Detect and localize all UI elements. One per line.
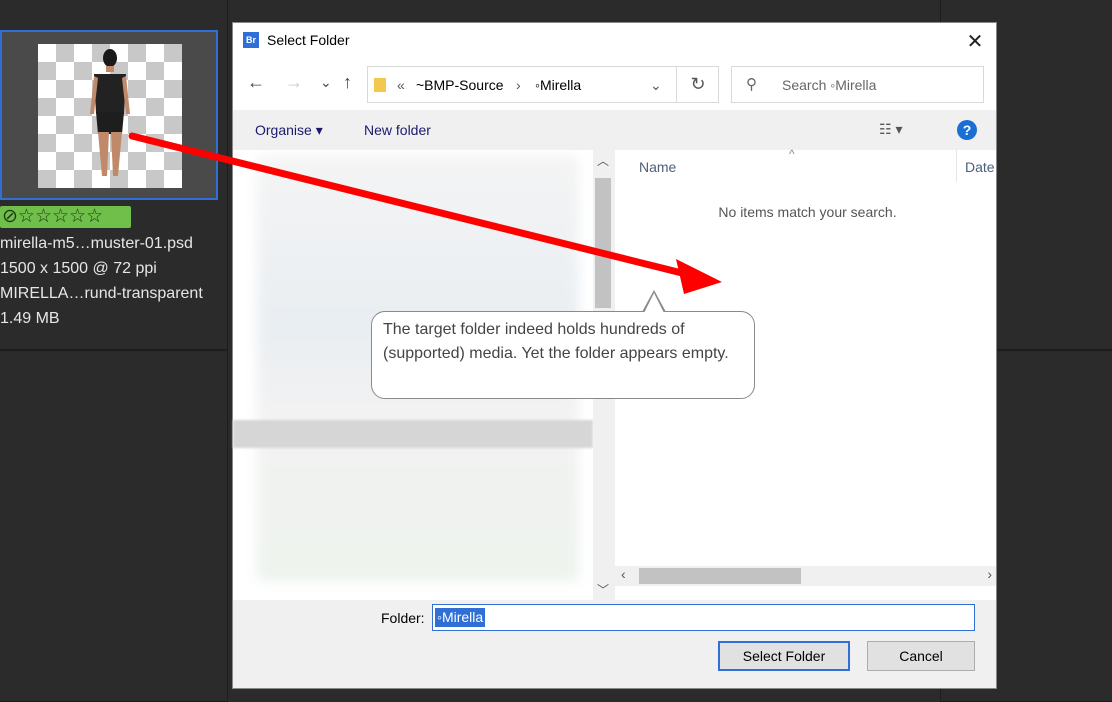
keywords-label: MIRELLA…rund-transparent	[0, 285, 203, 302]
scroll-left-icon[interactable]: ‹	[621, 566, 626, 582]
scroll-up-icon[interactable]: ︿	[597, 152, 609, 169]
sort-caret-icon: ^	[789, 147, 795, 161]
close-icon[interactable]: ✕	[964, 29, 986, 54]
breadcrumb-bmp-source[interactable]: ~BMP-Source	[416, 77, 504, 93]
file-list-hscrollbar[interactable]: ‹ ›	[615, 566, 996, 586]
refresh-icon[interactable]: ↻	[676, 66, 719, 103]
cancel-button[interactable]: Cancel	[867, 641, 975, 671]
blurred-selected-row	[233, 420, 593, 448]
new-folder-button[interactable]: New folder	[364, 122, 431, 138]
view-options-icon[interactable]: ☷ ▾	[879, 121, 902, 138]
search-icon: ⚲	[746, 76, 757, 93]
annotation-callout: The target folder indeed holds hundreds …	[371, 311, 755, 399]
rating-stars[interactable]: ☆☆☆☆☆	[18, 206, 103, 228]
filename-label: mirella-m5…muster-01.psd	[0, 235, 193, 252]
folder-field[interactable]: ◦Mirella	[432, 604, 975, 631]
figure-image	[90, 49, 130, 176]
rating-bar[interactable]: ⊘ ☆☆☆☆☆	[0, 206, 131, 228]
scroll-right-icon[interactable]: ›	[987, 566, 992, 582]
dialog-title: Select Folder	[267, 32, 350, 48]
empty-folder-message: No items match your search.	[718, 204, 897, 220]
organise-menu[interactable]: Organise ▾	[255, 122, 323, 139]
column-header-date[interactable]: Date	[965, 159, 995, 175]
forward-arrow-icon[interactable]: →	[285, 72, 303, 93]
command-toolbar: Organise ▾ New folder ☷ ▾ ?	[233, 110, 996, 150]
thumbnail-card[interactable]	[0, 30, 218, 200]
folder-field-value[interactable]: ◦Mirella	[435, 608, 486, 627]
overflow-chevrons[interactable]: «	[397, 77, 405, 93]
column-header-name[interactable]: Name	[639, 159, 676, 175]
navigation-bar: ← → ⌄ ↑ « ~BMP-Source › ◦Mirella ⌄ ↻ ⚲ S…	[233, 60, 996, 110]
hscrollbar-thumb[interactable]	[639, 568, 801, 584]
recent-locations-icon[interactable]: ⌄	[320, 74, 332, 91]
thumbnail-image	[38, 44, 182, 188]
address-dropdown-icon[interactable]: ⌄	[650, 77, 662, 94]
folder-field-label: Folder:	[381, 610, 425, 626]
filesize-label: 1.49 MB	[0, 310, 60, 327]
reject-icon[interactable]: ⊘	[2, 206, 18, 228]
up-arrow-icon[interactable]: ↑	[343, 72, 352, 93]
search-input[interactable]: ⚲ Search ◦Mirella	[731, 66, 984, 103]
callout-tail-inner	[644, 293, 664, 313]
grid-cell	[0, 350, 228, 702]
scrollbar-thumb[interactable]	[595, 178, 611, 308]
scroll-down-icon[interactable]: ﹀	[597, 581, 609, 598]
help-icon[interactable]: ?	[957, 120, 977, 140]
bridge-app-icon: Br	[243, 32, 259, 48]
breadcrumb-mirella[interactable]: ◦Mirella	[535, 77, 581, 93]
address-bar[interactable]: « ~BMP-Source › ◦Mirella ⌄	[367, 66, 719, 103]
dimensions-label: 1500 x 1500 @ 72 ppi	[0, 260, 157, 277]
folder-icon	[374, 78, 386, 92]
select-folder-button[interactable]: Select Folder	[718, 641, 850, 671]
breadcrumb-separator[interactable]: ›	[516, 77, 521, 93]
dialog-titlebar: Br Select Folder ✕	[233, 23, 996, 60]
search-placeholder: Search ◦Mirella	[782, 77, 877, 93]
back-arrow-icon[interactable]: ←	[247, 72, 265, 93]
column-divider[interactable]	[956, 150, 957, 182]
